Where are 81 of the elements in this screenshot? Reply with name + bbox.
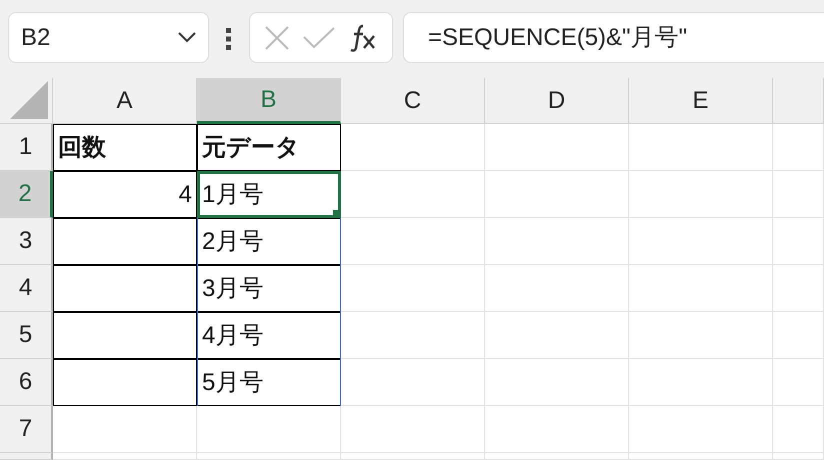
grid-cell[interactable] — [485, 124, 629, 171]
table-cell[interactable]: 回数 — [53, 124, 197, 171]
cell-text: 1月号 — [202, 180, 264, 210]
grid-cell[interactable] — [485, 218, 629, 265]
name-box[interactable]: B2 — [8, 12, 209, 63]
grid-cell[interactable] — [197, 406, 341, 453]
grid-cell[interactable] — [629, 406, 773, 453]
cell-reference: B2 — [21, 22, 50, 52]
table-cell[interactable]: 元データ — [197, 124, 341, 171]
grid-cell[interactable] — [341, 312, 485, 359]
row-header[interactable] — [0, 453, 53, 460]
grid-cell[interactable] — [197, 453, 341, 460]
table-cell[interactable]: 2月号 — [197, 218, 341, 265]
table-cell[interactable] — [53, 265, 197, 312]
grid-cell[interactable] — [341, 265, 485, 312]
grid-cell[interactable] — [773, 218, 824, 265]
grid-cell[interactable] — [629, 171, 773, 218]
cell-text: 回数 — [58, 132, 106, 162]
formula-bar[interactable]: =SEQUENCE(5)&"月号" — [403, 12, 824, 63]
select-all-button[interactable] — [0, 78, 53, 124]
grid-cell[interactable] — [485, 453, 629, 460]
formula-text: =SEQUENCE(5)&"月号" — [428, 22, 688, 52]
grid-cell[interactable] — [53, 406, 197, 453]
table-cell[interactable]: 3月号 — [197, 265, 341, 312]
cancel-icon[interactable] — [265, 26, 289, 50]
checkmark-icon[interactable] — [303, 26, 335, 48]
grid-cell[interactable] — [629, 124, 773, 171]
grid-cell[interactable] — [773, 453, 824, 460]
grid-cell[interactable] — [773, 124, 824, 171]
grid-cell[interactable] — [629, 453, 773, 460]
chevron-down-icon[interactable] — [178, 32, 196, 43]
grid-cell[interactable] — [773, 359, 824, 406]
grid-cell[interactable] — [773, 171, 824, 218]
grid-cell[interactable] — [629, 265, 773, 312]
column-header[interactable]: C — [341, 78, 485, 124]
column-header[interactable]: D — [485, 78, 629, 124]
table-cell[interactable] — [53, 218, 197, 265]
grid-cell[interactable] — [485, 406, 629, 453]
table-cell[interactable]: 4 — [53, 171, 197, 218]
grid-cell[interactable] — [773, 265, 824, 312]
grid-cell[interactable] — [485, 359, 629, 406]
grid-cell[interactable] — [629, 359, 773, 406]
grid-cell[interactable] — [341, 406, 485, 453]
table-cell[interactable]: 4月号 — [197, 312, 341, 359]
table-cell[interactable] — [53, 312, 197, 359]
grid-cell[interactable] — [341, 124, 485, 171]
grid-cell[interactable] — [629, 312, 773, 359]
column-header[interactable]: E — [629, 78, 773, 124]
grid-cell[interactable] — [341, 171, 485, 218]
grid-cell[interactable] — [53, 453, 197, 460]
grid-cell[interactable] — [341, 218, 485, 265]
column-header[interactable]: A — [53, 78, 197, 124]
grid-cell[interactable] — [485, 265, 629, 312]
grid-cell[interactable] — [629, 218, 773, 265]
row-header[interactable]: 7 — [0, 406, 53, 453]
function-icon[interactable] — [349, 24, 377, 52]
grid-cell[interactable] — [341, 453, 485, 460]
table-cell[interactable]: 5月号 — [197, 359, 341, 406]
column-header[interactable] — [773, 78, 824, 124]
table-cell[interactable]: 1月号 — [197, 171, 341, 218]
row-header[interactable]: 3 — [0, 218, 53, 265]
row-header[interactable]: 6 — [0, 359, 53, 406]
cell-text: 4月号 — [202, 320, 264, 350]
table-cell[interactable] — [53, 359, 197, 406]
row-header[interactable]: 5 — [0, 312, 53, 359]
row-header[interactable]: 1 — [0, 124, 53, 171]
fill-handle[interactable] — [333, 210, 341, 218]
column-header[interactable]: B — [197, 78, 341, 124]
row-header[interactable]: 4 — [0, 265, 53, 312]
row-header[interactable]: 2 — [0, 171, 53, 218]
cell-text: 4 — [178, 180, 192, 210]
cell-text: 5月号 — [202, 368, 264, 398]
grid-cell[interactable] — [485, 312, 629, 359]
cell-text: 元データ — [202, 132, 300, 162]
grid-cell[interactable] — [773, 406, 824, 453]
grid-cell[interactable] — [773, 312, 824, 359]
grid-cell[interactable] — [485, 171, 629, 218]
grid-cell[interactable] — [341, 359, 485, 406]
cell-text: 3月号 — [202, 274, 264, 304]
cell-text: 2月号 — [202, 226, 264, 256]
more-options-icon[interactable] — [226, 28, 232, 50]
